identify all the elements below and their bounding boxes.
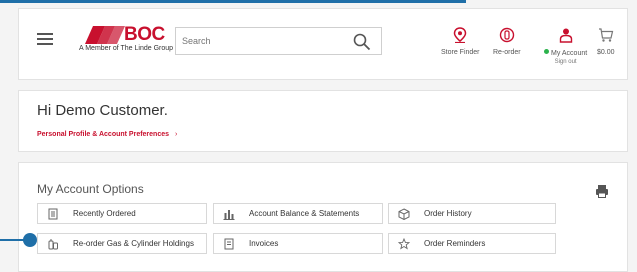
option-label: Recently Ordered bbox=[73, 209, 136, 218]
option-label: Re-order Gas & Cylinder Holdings bbox=[73, 239, 194, 248]
menu-icon[interactable] bbox=[37, 33, 53, 45]
logo-subtitle: A Member of The Linde Group bbox=[79, 45, 174, 52]
chevron-right-icon: › bbox=[175, 131, 178, 138]
option-reorder-gas[interactable]: Re-order Gas & Cylinder Holdings bbox=[37, 233, 207, 254]
option-recently-ordered[interactable]: Recently Ordered bbox=[37, 203, 207, 224]
search-input[interactable] bbox=[176, 28, 346, 54]
my-account-text: My Account bbox=[551, 50, 588, 57]
site-header: BOC A Member of The Linde Group Store Fi… bbox=[18, 8, 628, 80]
bar-chart-icon bbox=[223, 210, 235, 220]
page-frame: BOC A Member of The Linde Group Store Fi… bbox=[0, 4, 637, 272]
sign-out-link[interactable]: Sign out bbox=[544, 59, 587, 65]
option-label: Account Balance & Statements bbox=[249, 209, 360, 218]
store-finder-label: Store Finder bbox=[441, 49, 480, 56]
profile-preferences-link[interactable]: Personal Profile & Account Preferences › bbox=[37, 131, 177, 138]
search-box bbox=[175, 27, 382, 55]
option-order-history[interactable]: Order History bbox=[388, 203, 556, 224]
store-finder-link[interactable]: Store Finder bbox=[441, 27, 480, 56]
top-accent-line bbox=[0, 0, 466, 3]
box-icon bbox=[398, 208, 410, 220]
account-options-title: My Account Options bbox=[37, 182, 144, 196]
invoice-icon bbox=[224, 238, 234, 250]
printer-icon[interactable] bbox=[595, 184, 609, 198]
logo-text: BOC bbox=[124, 24, 165, 45]
user-icon bbox=[559, 28, 572, 43]
welcome-panel: Hi Demo Customer. Personal Profile & Acc… bbox=[18, 90, 628, 152]
profile-link-text: Personal Profile & Account Preferences bbox=[37, 131, 170, 138]
my-account-link[interactable]: My Account Sign out bbox=[544, 27, 587, 65]
option-order-reminders[interactable]: Order Reminders bbox=[388, 233, 556, 254]
cart-link[interactable]: $0.00 bbox=[597, 27, 615, 56]
cart-total: $0.00 bbox=[597, 49, 615, 56]
option-invoices[interactable]: Invoices bbox=[213, 233, 383, 254]
star-icon bbox=[398, 238, 410, 250]
reorder-icon bbox=[499, 27, 515, 43]
my-account-label: My Account bbox=[544, 49, 587, 57]
greeting-heading: Hi Demo Customer. bbox=[37, 102, 168, 119]
option-label: Order History bbox=[424, 209, 472, 218]
option-account-balance[interactable]: Account Balance & Statements bbox=[213, 203, 383, 224]
reorder-label: Re-order bbox=[493, 49, 521, 56]
account-options-panel: My Account Options Recently Ordered Acco… bbox=[18, 162, 628, 272]
online-status-dot bbox=[544, 49, 549, 54]
boc-logo[interactable]: BOC A Member of The Linde Group bbox=[79, 24, 189, 56]
map-pin-icon bbox=[454, 27, 467, 44]
pointer-marker-dot bbox=[23, 233, 37, 247]
cart-icon bbox=[598, 28, 614, 42]
option-label: Invoices bbox=[249, 239, 279, 248]
reorder-link[interactable]: Re-order bbox=[493, 27, 521, 56]
search-icon[interactable] bbox=[353, 33, 371, 51]
logo-stripes-icon bbox=[85, 26, 125, 44]
document-icon bbox=[48, 208, 58, 220]
cylinder-icon bbox=[48, 239, 58, 250]
option-label: Order Reminders bbox=[424, 239, 486, 248]
